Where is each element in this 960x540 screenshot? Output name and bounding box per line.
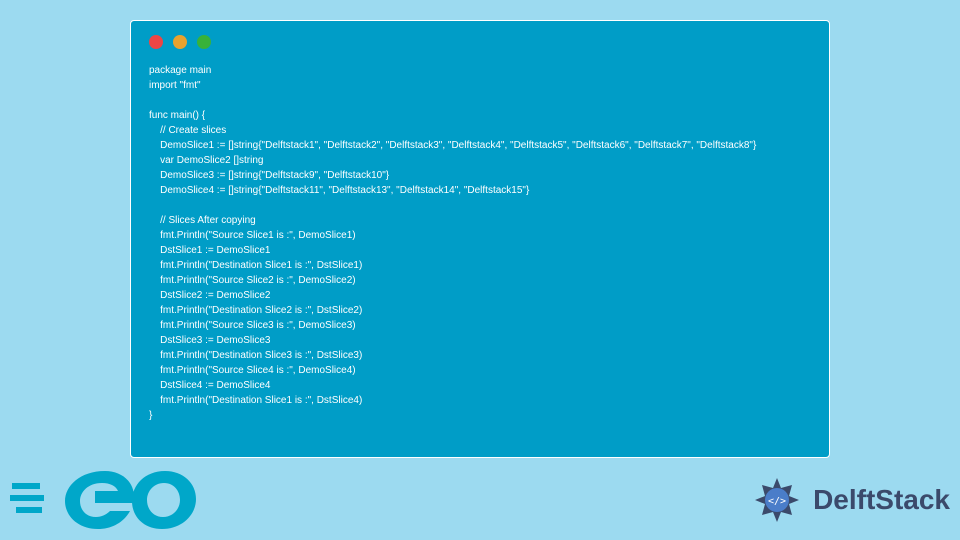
svg-text:</>: </>: [768, 496, 786, 507]
delftstack-text: DelftStack: [813, 484, 950, 516]
delftstack-badge-icon: </>: [747, 470, 807, 530]
code-window: package main import "fmt" func main() { …: [130, 20, 830, 458]
delftstack-logo: </> DelftStack: [747, 470, 950, 530]
minimize-icon: [173, 35, 187, 49]
go-logo: [10, 461, 200, 536]
maximize-icon: [197, 35, 211, 49]
close-icon: [149, 35, 163, 49]
window-controls: [149, 35, 811, 49]
code-content: package main import "fmt" func main() { …: [149, 63, 811, 423]
